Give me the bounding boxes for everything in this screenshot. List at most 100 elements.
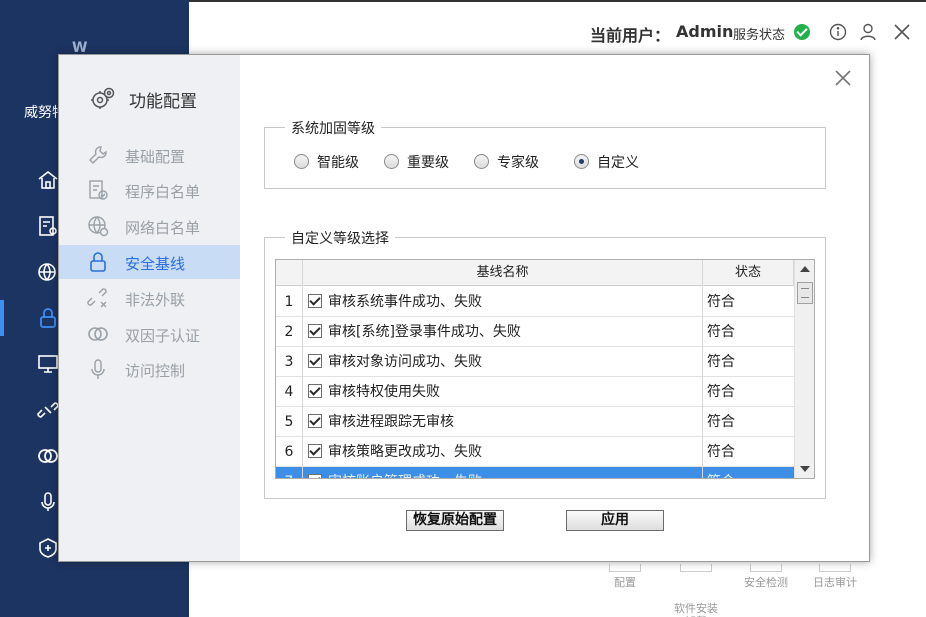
row-checkbox[interactable]: [308, 324, 322, 338]
window-close-icon[interactable]: [892, 22, 912, 42]
table-scrollbar[interactable]: [794, 260, 814, 478]
tool-log-audit-icon: [819, 564, 851, 572]
radio-label: 自定义: [597, 155, 639, 171]
nav-item-network-whitelist[interactable]: 网络白名单: [59, 209, 240, 243]
gears-icon: [89, 85, 117, 113]
rings-icon[interactable]: [36, 444, 60, 468]
current-user-name: Admin: [676, 22, 734, 41]
table-row[interactable]: 1 审核系统事件成功、失败 符合: [276, 287, 794, 317]
tool-log-audit[interactable]: 日志审计: [800, 564, 870, 589]
table-row[interactable]: 3 审核对象访问成功、失败 符合: [276, 347, 794, 377]
microphone-icon[interactable]: [36, 490, 60, 514]
header-index: [276, 260, 303, 286]
radio-button[interactable]: [294, 154, 309, 169]
row-checkbox[interactable]: [308, 294, 322, 308]
microphone-icon: [87, 358, 109, 380]
baseline-state: 符合: [707, 467, 735, 478]
info-icon[interactable]: [828, 22, 848, 42]
user-icon[interactable]: [858, 22, 878, 42]
wrench-icon: [87, 144, 109, 166]
radio-label: 重要级: [407, 155, 449, 171]
shield-icon[interactable]: [36, 536, 60, 560]
nav-item-label: 双因子认证: [125, 327, 201, 345]
baseline-state: 符合: [707, 324, 735, 340]
nav-item-basic-config[interactable]: 基础配置: [59, 138, 240, 172]
scroll-thumb[interactable]: [797, 282, 813, 304]
scroll-up-icon[interactable]: [800, 266, 810, 272]
nav-item-label: 非法外联: [125, 291, 186, 309]
baseline-state: 符合: [707, 414, 735, 430]
lock-icon: [87, 251, 109, 273]
nav-item-label: 网络白名单: [125, 219, 201, 237]
row-index: 5: [276, 407, 303, 437]
current-user-label: 当前用户：: [590, 26, 671, 45]
row-checkbox[interactable]: [308, 414, 322, 428]
tool-config[interactable]: 配置: [590, 564, 660, 589]
tool-software-install-icon: [680, 564, 712, 572]
baseline-table[interactable]: 基线名称 状态 1 审核系统事件成功、失败 符合 2 审核[系统]登录事件成功、…: [275, 259, 815, 479]
tool-security-check[interactable]: 安全检测: [731, 564, 801, 589]
service-status-label: 服务状态: [733, 28, 786, 43]
globe-check-icon: [87, 215, 109, 237]
baseline-name: 审核进程跟踪无审核: [328, 414, 454, 430]
row-index: 7: [276, 467, 303, 478]
radio-button[interactable]: [474, 154, 489, 169]
broken-link-icon: [87, 287, 109, 309]
baseline-name: 审核[系统]登录事件成功、失败: [328, 324, 521, 340]
baseline-name: 审核账户管理成功、失败: [328, 467, 482, 478]
baseline-state: 符合: [707, 444, 735, 460]
monitor-icon[interactable]: [36, 352, 60, 376]
program-whitelist-icon[interactable]: [36, 214, 60, 238]
tool-log-audit-label: 日志审计: [813, 576, 857, 589]
dialog-nav: 功能配置 基础配置 程序白名单 网络白名单 安全基线 非法外联 双因子认证 访问…: [59, 55, 240, 561]
custom-level-title: 自定义等级选择: [285, 228, 395, 248]
dialog-close-icon[interactable]: [833, 68, 853, 88]
header-baseline-name[interactable]: 基线名称: [303, 260, 703, 286]
apply-button[interactable]: 应用: [566, 510, 664, 531]
tool-security-check-icon: [750, 564, 782, 572]
row-checkbox[interactable]: [308, 384, 322, 398]
radio-label: 智能级: [317, 155, 359, 171]
table-row[interactable]: 2 审核[系统]登录事件成功、失败 符合: [276, 317, 794, 347]
tool-config-label: 配置: [614, 576, 636, 589]
table-header: 基线名称 状态: [276, 260, 794, 286]
header-status[interactable]: 状态: [703, 260, 794, 286]
row-checkbox[interactable]: [308, 474, 322, 478]
row-checkbox[interactable]: [308, 444, 322, 458]
table-row[interactable]: 6 审核策略更改成功、失败 符合: [276, 437, 794, 467]
tool-security-check-label: 安全检测: [744, 576, 788, 589]
hardening-level-title: 系统加固等级: [285, 118, 381, 138]
status-ok-icon: [794, 24, 810, 40]
row-index: 6: [276, 437, 303, 467]
lock-icon[interactable]: [36, 306, 60, 330]
table-row-selected[interactable]: 7 审核账户管理成功、失败 符合: [276, 467, 794, 478]
table-row[interactable]: 4 审核特权使用失败 符合: [276, 377, 794, 407]
window-top-border: [189, 0, 926, 2]
nav-item-access-control[interactable]: 访问控制: [59, 352, 240, 386]
row-index: 1: [276, 287, 303, 317]
nav-item-illegal-outreach[interactable]: 非法外联: [59, 281, 240, 315]
nav-item-label: 基础配置: [125, 148, 186, 166]
nav-item-label: 安全基线: [125, 255, 186, 273]
baseline-name: 审核对象访问成功、失败: [328, 354, 482, 370]
tool-software-install[interactable]: 软件安装 卸载: [661, 564, 731, 617]
tool-config-icon: [609, 564, 641, 572]
globe-icon[interactable]: [36, 260, 60, 284]
baseline-state: 符合: [707, 294, 735, 310]
nav-item-two-factor-auth[interactable]: 双因子认证: [59, 317, 240, 351]
function-config-dialog: 功能配置 基础配置 程序白名单 网络白名单 安全基线 非法外联 双因子认证 访问…: [58, 54, 870, 562]
nav-item-security-baseline[interactable]: 安全基线: [59, 245, 240, 279]
scroll-down-icon[interactable]: [800, 466, 810, 472]
nav-item-label: 程序白名单: [125, 183, 201, 201]
radio-label: 专家级: [497, 155, 539, 171]
nav-item-program-whitelist[interactable]: 程序白名单: [59, 173, 240, 207]
row-checkbox[interactable]: [308, 354, 322, 368]
restore-default-button[interactable]: 恢复原始配置: [406, 510, 504, 531]
home-icon[interactable]: [36, 168, 60, 192]
broken-link-icon[interactable]: [36, 398, 60, 422]
radio-button[interactable]: [384, 154, 399, 169]
table-row[interactable]: 5 审核进程跟踪无审核 符合: [276, 407, 794, 437]
radio-button-checked[interactable]: [574, 154, 589, 169]
row-index: 2: [276, 317, 303, 347]
sidebar-active-indicator: [0, 300, 4, 336]
